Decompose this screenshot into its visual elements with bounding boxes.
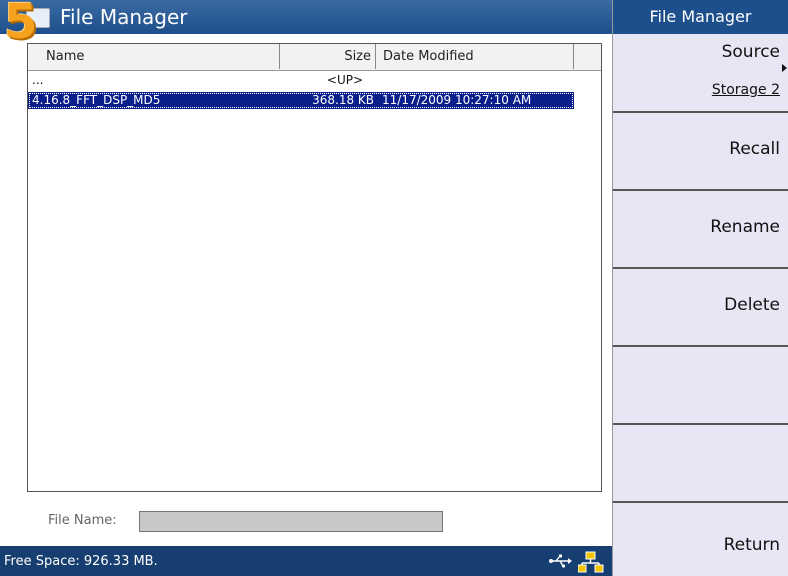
blank-softkey-1[interactable] bbox=[613, 345, 788, 421]
free-space-text: Free Space: 926.33 MB. bbox=[4, 554, 158, 569]
rename-label: Rename bbox=[710, 217, 780, 237]
file-list[interactable]: Name Size Date Modified ... <UP> 4.16.8_… bbox=[27, 43, 602, 492]
recall-softkey[interactable]: Recall bbox=[613, 111, 788, 187]
list-item-up[interactable]: ... <UP> bbox=[28, 73, 601, 88]
return-label: Return bbox=[723, 535, 780, 555]
window-title: File Manager bbox=[60, 5, 188, 29]
file-size-cell: <UP> bbox=[326, 73, 364, 87]
softkey-panel: File Manager Source Storage 2 Recall Ren… bbox=[612, 0, 788, 576]
usb-icon bbox=[549, 554, 572, 568]
file-date-cell: 11/17/2009 10:27:10 AM bbox=[382, 93, 532, 107]
step-number-badge: 5 bbox=[4, 0, 38, 50]
list-item-selected[interactable]: 4.16.8_FFT_DSP_MD5 368.18 KB 11/17/2009 … bbox=[28, 92, 574, 109]
source-softkey[interactable]: Source Storage 2 bbox=[613, 34, 788, 110]
file-name-cell: 4.16.8_FFT_DSP_MD5 bbox=[32, 93, 161, 107]
delete-label: Delete bbox=[724, 295, 780, 315]
network-icon bbox=[578, 551, 604, 573]
column-header-filler bbox=[574, 44, 601, 69]
title-bar: File Manager bbox=[0, 0, 612, 34]
submenu-arrow-icon bbox=[782, 64, 787, 72]
return-softkey[interactable]: Return bbox=[613, 501, 788, 576]
file-size-cell: 368.18 KB bbox=[312, 93, 374, 107]
softkey-panel-title: File Manager bbox=[613, 0, 788, 34]
column-header-size[interactable]: Size bbox=[280, 44, 376, 69]
source-label: Source bbox=[721, 42, 780, 62]
column-header-date[interactable]: Date Modified bbox=[376, 44, 574, 69]
file-name-label: File Name: bbox=[48, 513, 117, 528]
blank-softkey-2[interactable] bbox=[613, 423, 788, 499]
status-bar: Free Space: 926.33 MB. bbox=[0, 546, 612, 576]
column-header-name[interactable]: Name bbox=[28, 44, 280, 69]
file-name-cell: ... bbox=[32, 73, 44, 87]
rename-softkey[interactable]: Rename bbox=[613, 189, 788, 265]
delete-softkey[interactable]: Delete bbox=[613, 267, 788, 343]
file-list-header: Name Size Date Modified bbox=[28, 44, 601, 71]
source-value: Storage 2 bbox=[711, 82, 780, 98]
recall-label: Recall bbox=[729, 139, 780, 159]
file-name-field[interactable] bbox=[139, 511, 443, 532]
